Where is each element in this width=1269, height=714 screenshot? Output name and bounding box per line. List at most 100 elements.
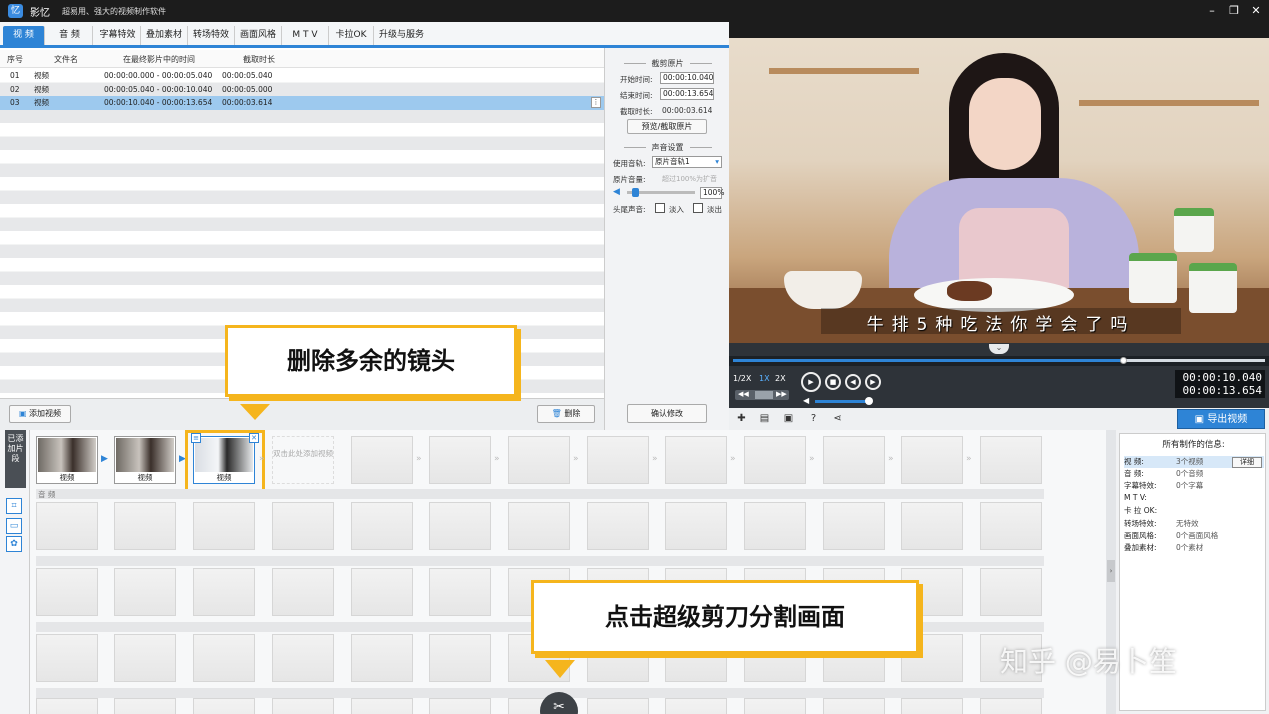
transition-arrow-icon[interactable]: » bbox=[888, 454, 900, 464]
clip-remove-icon[interactable]: ✕ bbox=[249, 433, 259, 443]
transition-arrow-icon[interactable]: » bbox=[259, 454, 271, 464]
speed-slider[interactable]: ◀◀ ▶▶ bbox=[735, 390, 789, 400]
empty-slot[interactable] bbox=[665, 436, 727, 484]
empty-slot[interactable] bbox=[351, 436, 413, 484]
add-video-slot[interactable]: 双击此处添加视频 bbox=[272, 436, 334, 484]
player-volume-slider[interactable] bbox=[815, 400, 867, 403]
tab-styles[interactable]: 画面风格 bbox=[235, 26, 282, 45]
table-row-selected[interactable]: 03 视频 00:00:10.040 - 00:00:13.654 00:00:… bbox=[0, 96, 604, 110]
empty-slot[interactable] bbox=[823, 698, 885, 714]
empty-slot[interactable] bbox=[114, 634, 176, 682]
transition-arrow-icon[interactable]: » bbox=[730, 454, 742, 464]
empty-slot[interactable] bbox=[272, 698, 334, 714]
empty-slot[interactable] bbox=[744, 502, 806, 550]
start-time-input[interactable]: 00:00:10.040 bbox=[660, 72, 714, 84]
empty-slot[interactable] bbox=[351, 634, 413, 682]
empty-slot[interactable] bbox=[665, 698, 727, 714]
empty-slot[interactable] bbox=[272, 502, 334, 550]
empty-slot[interactable] bbox=[587, 502, 649, 550]
row-more-icon[interactable]: ⋮ bbox=[591, 97, 601, 108]
export-video-button[interactable]: ▣ 导出视频 bbox=[1177, 409, 1265, 429]
video-preview[interactable]: 牛排5种吃法你学会了吗 bbox=[729, 38, 1269, 343]
fade-out-checkbox[interactable] bbox=[693, 203, 703, 213]
delete-button[interactable]: 🗑 删除 bbox=[537, 405, 595, 423]
empty-slot[interactable] bbox=[429, 568, 491, 616]
empty-slot[interactable] bbox=[665, 502, 727, 550]
empty-slot[interactable] bbox=[823, 436, 885, 484]
add-video-button[interactable]: ▣ 添加视频 bbox=[9, 405, 71, 423]
empty-slot[interactable] bbox=[901, 436, 963, 484]
empty-slot[interactable] bbox=[587, 436, 649, 484]
empty-slot[interactable] bbox=[351, 502, 413, 550]
transition-arrow-icon[interactable]: » bbox=[652, 454, 664, 464]
empty-slot[interactable] bbox=[980, 698, 1042, 714]
empty-slot[interactable] bbox=[901, 502, 963, 550]
save-icon[interactable]: ▣ bbox=[782, 412, 795, 425]
transition-arrow-icon[interactable]: » bbox=[494, 454, 506, 464]
empty-slot[interactable] bbox=[744, 698, 806, 714]
empty-slot[interactable] bbox=[193, 634, 255, 682]
tab-audio[interactable]: 音 频 bbox=[47, 26, 93, 45]
tab-overlay[interactable]: 叠加素材 bbox=[141, 26, 188, 45]
tab-karaoke[interactable]: 卡拉OK bbox=[329, 26, 374, 45]
empty-slot[interactable] bbox=[272, 634, 334, 682]
tab-transitions[interactable]: 转场特效 bbox=[188, 26, 235, 45]
end-time-input[interactable]: 00:00:13.654 bbox=[660, 88, 714, 100]
transition-arrow-icon[interactable]: » bbox=[809, 454, 821, 464]
share-icon[interactable]: ⋖ bbox=[831, 412, 844, 425]
empty-slot[interactable] bbox=[429, 698, 491, 714]
detail-button[interactable]: 详细 bbox=[1232, 457, 1262, 468]
track-select[interactable]: 原片音轨1 ▾ bbox=[652, 156, 722, 168]
empty-slot[interactable] bbox=[508, 436, 570, 484]
empty-slot[interactable] bbox=[351, 698, 413, 714]
table-row[interactable]: 01 视频 00:00:00.000 - 00:00:05.040 00:00:… bbox=[0, 69, 604, 83]
image-icon[interactable]: ▭ bbox=[6, 518, 22, 534]
volume-input[interactable]: 100% bbox=[700, 187, 724, 199]
speed-slider-handle[interactable] bbox=[755, 391, 773, 399]
progress-handle[interactable] bbox=[1120, 357, 1128, 364]
player-volume-handle[interactable] bbox=[865, 397, 873, 405]
empty-slot[interactable] bbox=[114, 502, 176, 550]
previous-frame-button[interactable]: ◀ bbox=[845, 374, 861, 390]
play-button[interactable]: ▶ bbox=[801, 372, 821, 392]
table-row[interactable]: 02 视频 00:00:05.040 - 00:00:10.040 00:00:… bbox=[0, 83, 604, 97]
playback-progress[interactable] bbox=[729, 356, 1269, 366]
clip-edit-icon[interactable]: ≡ bbox=[191, 433, 201, 443]
tab-mtv[interactable]: M T V bbox=[282, 26, 329, 45]
empty-slot[interactable] bbox=[823, 502, 885, 550]
empty-slot[interactable] bbox=[508, 502, 570, 550]
empty-slot[interactable] bbox=[901, 698, 963, 714]
empty-slot[interactable] bbox=[36, 698, 98, 714]
empty-slot[interactable] bbox=[351, 568, 413, 616]
empty-slot[interactable] bbox=[193, 502, 255, 550]
transition-arrow-icon[interactable]: ▶ bbox=[101, 454, 113, 464]
crop-icon[interactable]: ⌗ bbox=[6, 498, 22, 514]
timeline-clip[interactable]: 视频 bbox=[114, 436, 176, 484]
tab-subtitle-effects[interactable]: 字幕特效 bbox=[95, 26, 141, 45]
effects-icon[interactable]: ✿ bbox=[6, 536, 22, 552]
empty-slot[interactable] bbox=[429, 502, 491, 550]
transition-arrow-icon[interactable]: » bbox=[966, 454, 978, 464]
preview-clip-button[interactable]: 预览/截取原片 bbox=[627, 119, 707, 134]
help-icon[interactable]: ? bbox=[807, 412, 820, 425]
confirm-button[interactable]: 确认修改 bbox=[627, 404, 707, 423]
close-button[interactable]: ✕ bbox=[1247, 3, 1265, 19]
empty-slot[interactable] bbox=[980, 568, 1042, 616]
empty-slot[interactable] bbox=[429, 436, 491, 484]
empty-slot[interactable] bbox=[36, 634, 98, 682]
empty-slot[interactable] bbox=[429, 634, 491, 682]
transition-arrow-icon[interactable]: » bbox=[416, 454, 428, 464]
tab-video[interactable]: 视 频 bbox=[3, 26, 45, 45]
volume-slider-handle[interactable] bbox=[632, 188, 639, 197]
fade-in-checkbox[interactable] bbox=[655, 203, 665, 213]
open-folder-icon[interactable]: ▤ bbox=[758, 412, 771, 425]
empty-slot[interactable] bbox=[36, 568, 98, 616]
speed-1x-button[interactable]: 1X bbox=[759, 374, 770, 383]
collapse-preview-icon[interactable]: ⌄ bbox=[989, 344, 1009, 354]
empty-slot[interactable] bbox=[744, 436, 806, 484]
next-frame-button[interactable]: ▶ bbox=[865, 374, 881, 390]
empty-slot[interactable] bbox=[980, 436, 1042, 484]
tab-upgrade[interactable]: 升级与服务 bbox=[374, 26, 429, 45]
empty-slot[interactable] bbox=[193, 698, 255, 714]
restore-button[interactable]: ❐ bbox=[1225, 3, 1243, 19]
